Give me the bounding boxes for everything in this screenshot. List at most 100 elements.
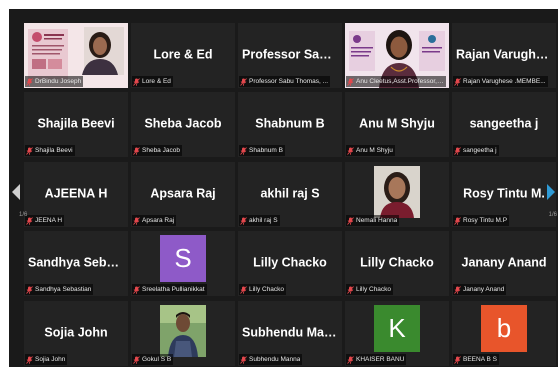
- participant-label-text: BEENA B S: [463, 356, 497, 363]
- profile-photo-icon: [374, 166, 420, 218]
- chevron-left-icon: [12, 184, 20, 200]
- participant-name: Janany Anand: [461, 254, 547, 269]
- participant-label-text: Nemali Hanna: [356, 217, 398, 224]
- participant-label: Sojia John: [25, 354, 68, 365]
- participant-tile[interactable]: Lore & Ed Lore & Ed: [131, 23, 235, 88]
- participant-label: Anu Cleetus,Asst.Professor,S...: [346, 76, 446, 87]
- participant-tile[interactable]: K KHAISER BANU: [345, 301, 449, 366]
- participant-name: Sojia John: [44, 324, 108, 339]
- participant-name: Professor Sabu...: [242, 46, 338, 61]
- participant-label-text: Lore & Ed: [142, 78, 171, 85]
- participant-tile[interactable]: Rajan Varughes... Rajan Varughese .MEMBE.…: [452, 23, 556, 88]
- participant-name: Lilly Chacko: [360, 254, 434, 269]
- participant-tile[interactable]: Subhendu Manna Subhendu Manna: [238, 301, 342, 366]
- participant-tile[interactable]: Apsara Raj Apsara Raj: [131, 162, 235, 227]
- participant-name: Apsara Raj: [150, 185, 216, 200]
- participant-label-text: sangeetha j: [463, 147, 497, 154]
- mic-muted-icon: [26, 355, 33, 364]
- participant-label: KHAISER BANU: [346, 354, 407, 365]
- participant-tile[interactable]: Shajila Beevi Shajila Beevi: [24, 92, 128, 157]
- participant-tile[interactable]: AJEENA H JEENA H: [24, 162, 128, 227]
- participant-label: Sreelatha Pullianikkat: [132, 284, 207, 295]
- participant-tile[interactable]: Shabnum B Shabnum B: [238, 92, 342, 157]
- participant-tile[interactable]: DrBindu Joseph: [24, 23, 128, 88]
- participant-label: Anu M Shyju: [346, 145, 395, 156]
- participant-tile[interactable]: Sandhya Sebast... Sandhya Sebastian: [24, 231, 128, 296]
- mic-muted-icon: [454, 355, 461, 364]
- participant-label: Shajila Beevi: [25, 145, 75, 156]
- participant-label: Professor Sabu Thomas, ...: [239, 76, 330, 87]
- mic-muted-icon: [133, 355, 140, 364]
- participant-name: Rajan Varughes...: [456, 46, 552, 61]
- participant-name: Sheba Jacob: [144, 115, 222, 130]
- mic-muted-icon: [454, 216, 461, 225]
- participant-label: Apsara Raj: [132, 215, 177, 226]
- participant-name: Subhendu Manna: [242, 324, 338, 339]
- participant-label-text: KHAISER BANU: [356, 356, 405, 363]
- chevron-right-icon: [547, 184, 555, 200]
- mic-muted-icon: [454, 285, 461, 294]
- participant-tile[interactable]: Janany Anand Janany Anand: [452, 231, 556, 296]
- participant-label-text: DrBindu Joseph: [35, 78, 82, 85]
- participant-label-text: Anu M Shyju: [356, 147, 393, 154]
- participant-label-text: Shajila Beevi: [35, 147, 73, 154]
- participant-tile[interactable]: Nemali Hanna: [345, 162, 449, 227]
- participant-label: Nemali Hanna: [346, 215, 400, 226]
- participant-tile[interactable]: Anu Cleetus,Asst.Professor,S...: [345, 23, 449, 88]
- participant-label: Lore & Ed: [132, 76, 173, 87]
- participant-tile[interactable]: Professor Sabu... Professor Sabu Thomas, …: [238, 23, 342, 88]
- profile-photo-icon: [160, 305, 206, 357]
- mic-muted-icon: [347, 285, 354, 294]
- participant-tile[interactable]: sangeetha j sangeetha j: [452, 92, 556, 157]
- participant-label-text: Subhendu Manna: [249, 356, 301, 363]
- participant-label: BEENA B S: [453, 354, 499, 365]
- participant-label: Lilly Chacko: [239, 284, 287, 295]
- mic-muted-icon: [133, 146, 140, 155]
- mic-muted-icon: [347, 355, 354, 364]
- participant-label: Sandhya Sebastian: [25, 284, 94, 295]
- participant-tile[interactable]: Anu M Shyju Anu M Shyju: [345, 92, 449, 157]
- participant-label-text: Janany Anand: [463, 286, 505, 293]
- participant-tile[interactable]: akhil raj S akhil raj S: [238, 162, 342, 227]
- participant-label: akhil raj S: [239, 215, 280, 226]
- mic-muted-icon: [240, 355, 247, 364]
- participant-label-text: Lilly Chacko: [249, 286, 285, 293]
- participant-label-text: Sojia John: [35, 356, 66, 363]
- mic-muted-icon: [347, 77, 354, 86]
- mic-muted-icon: [240, 146, 247, 155]
- participant-tile[interactable]: Lilly Chacko Lilly Chacko: [345, 231, 449, 296]
- mic-muted-icon: [347, 146, 354, 155]
- page-indicator-right: 1/6: [548, 212, 557, 218]
- participant-tile[interactable]: Gokul S B: [131, 301, 235, 366]
- participant-label: DrBindu Joseph: [25, 76, 84, 87]
- participant-label: Lilly Chacko: [346, 284, 394, 295]
- participant-tile[interactable]: S Sreelatha Pullianikkat: [131, 231, 235, 296]
- participant-label-text: akhil raj S: [249, 217, 278, 224]
- participant-tile[interactable]: Rosy Tintu M. Rosy Tintu M.P: [452, 162, 556, 227]
- participant-name: akhil raj S: [260, 185, 320, 200]
- participant-label: Rajan Varughese .MEMBE...: [453, 76, 548, 87]
- mic-muted-icon: [240, 216, 247, 225]
- mic-muted-icon: [240, 285, 247, 294]
- participant-label-text: Professor Sabu Thomas, ...: [249, 78, 328, 85]
- participant-tile[interactable]: b BEENA B S: [452, 301, 556, 366]
- participant-name: Shajila Beevi: [37, 115, 115, 130]
- mic-muted-icon: [26, 77, 33, 86]
- participant-tile[interactable]: Sojia John Sojia John: [24, 301, 128, 366]
- participant-tile[interactable]: Lilly Chacko Lilly Chacko: [238, 231, 342, 296]
- previous-page-button[interactable]: [9, 169, 23, 215]
- mic-muted-icon: [133, 216, 140, 225]
- participant-name: Rosy Tintu M.: [463, 185, 545, 200]
- participant-name: Lilly Chacko: [253, 254, 327, 269]
- mic-muted-icon: [133, 77, 140, 86]
- mic-muted-icon: [240, 77, 247, 86]
- next-page-button[interactable]: [544, 169, 558, 215]
- participant-name: Lore & Ed: [153, 46, 213, 61]
- participant-tile[interactable]: Sheba Jacob Sheba Jacob: [131, 92, 235, 157]
- mic-muted-icon: [454, 146, 461, 155]
- participant-avatar: S: [160, 235, 206, 282]
- participant-grid: DrBindu Joseph Lore & Ed Lore & Ed Professo…: [9, 9, 558, 367]
- participant-name: AJEENA H: [44, 185, 108, 200]
- avatar-letter: S: [174, 243, 192, 273]
- participant-avatar: K: [374, 305, 420, 352]
